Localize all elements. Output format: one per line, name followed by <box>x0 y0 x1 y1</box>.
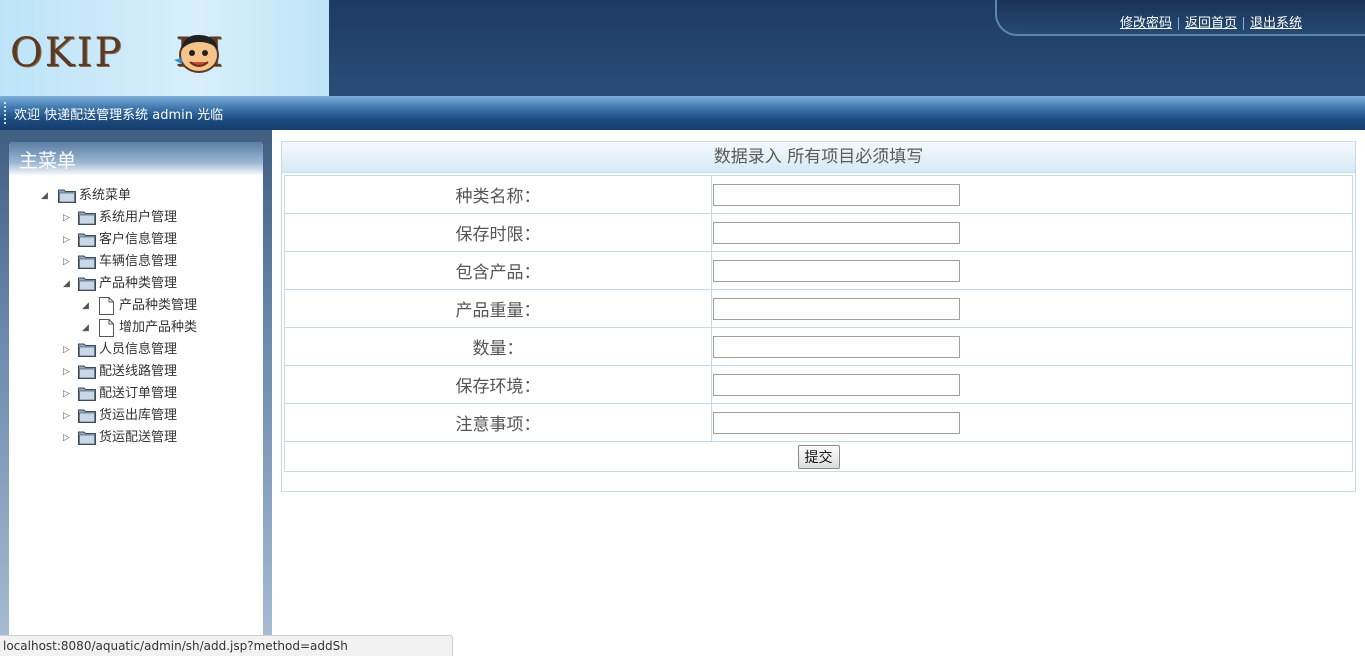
submit-button[interactable]: 提交 <box>797 444 840 469</box>
form-title: 数据录入 所有项目必须填写 <box>282 142 1355 173</box>
shelf-life-input[interactable] <box>713 221 960 244</box>
top-links: 修改密码 返回首页 退出系统 <box>995 0 1365 36</box>
link-divider <box>1243 17 1245 30</box>
form-row: 注意事项： <box>284 403 1353 442</box>
home-link[interactable]: 返回首页 <box>1185 16 1237 31</box>
submit-row: 提交 <box>284 441 1353 472</box>
sidebar-header: 主菜单 <box>9 142 263 176</box>
field-label: 包含产品： <box>284 251 712 290</box>
form-row: 产品重量： <box>284 289 1353 328</box>
header: OKIPKI 修改密码返回首页退出系统 <box>0 0 1365 96</box>
leaf-arrow-icon: ◢ <box>82 323 89 333</box>
logo-text-left: OKIP <box>10 30 124 76</box>
collapsed-arrow-icon[interactable]: ▷ <box>63 434 71 443</box>
tree-node-label: 产品种类管理 <box>99 276 178 291</box>
link-divider <box>1178 17 1180 30</box>
tree-node-label: 增加产品种类 <box>119 320 198 335</box>
form-row: 保存时限： <box>284 213 1353 252</box>
collapsed-arrow-icon[interactable]: ▷ <box>63 236 71 245</box>
folder-icon <box>78 211 96 225</box>
field-label: 注意事项： <box>284 403 712 442</box>
sidebar: 主菜单 ◢ 系统菜单 ▷ 系统用户管理 ▷ 客户信息管理 ▷ 车辆信息管理 ◢ … <box>9 142 263 656</box>
tree-node-label: 产品种类管理 <box>119 298 198 313</box>
leaf-arrow-icon: ◢ <box>82 301 89 311</box>
tree-node-label: 车辆信息管理 <box>99 254 178 269</box>
logo: OKIPKI <box>0 0 329 96</box>
logout-link[interactable]: 退出系统 <box>1250 16 1302 31</box>
field-label: 产品重量： <box>284 289 712 328</box>
storage-environment-input[interactable] <box>713 373 960 396</box>
expanded-arrow-icon[interactable]: ◢ <box>63 280 71 289</box>
logo-face-icon <box>174 34 219 73</box>
tree-node-label: 货运出库管理 <box>99 408 178 423</box>
collapsed-arrow-icon[interactable]: ▷ <box>63 390 71 399</box>
folder-icon <box>78 255 96 269</box>
product-weight-input[interactable] <box>713 297 960 320</box>
tree-node-label: 客户信息管理 <box>99 232 178 247</box>
sidebar-panel: 主菜单 ◢ 系统菜单 ▷ 系统用户管理 ▷ 客户信息管理 ▷ 车辆信息管理 ◢ … <box>0 130 272 656</box>
folder-icon <box>78 387 96 401</box>
tree-node-label: 配送线路管理 <box>99 364 178 379</box>
folder-icon <box>78 431 96 445</box>
collapsed-arrow-icon[interactable]: ▷ <box>63 412 71 421</box>
collapsed-arrow-icon[interactable]: ▷ <box>63 346 71 355</box>
tree-node-label: 人员信息管理 <box>99 342 178 357</box>
folder-icon <box>58 189 76 203</box>
field-label: 保存时限： <box>284 213 712 252</box>
form-row: 保存环境： <box>284 365 1353 404</box>
page-icon <box>99 297 114 315</box>
data-entry-form: 种类名称： 保存时限： 包含产品： 产品重量： 数量： 保存环境： 注意事项： <box>284 175 1353 472</box>
tree-node-label: 系统菜单 <box>79 188 132 203</box>
field-label: 数量： <box>284 327 712 366</box>
expanded-arrow-icon[interactable]: ◢ <box>41 192 49 201</box>
status-bar-url: localhost:8080/aquatic/admin/sh/add.jsp?… <box>0 635 453 656</box>
collapsed-arrow-icon[interactable]: ▷ <box>63 368 71 377</box>
tree-node-label: 货运配送管理 <box>99 430 178 445</box>
field-label: 种类名称： <box>284 175 712 214</box>
tree-node-label: 配送订单管理 <box>99 386 178 401</box>
folder-icon <box>78 365 96 379</box>
notes-input[interactable] <box>713 411 960 434</box>
field-label: 保存环境： <box>284 365 712 404</box>
form-row: 包含产品： <box>284 251 1353 290</box>
folder-icon <box>78 343 96 357</box>
included-products-input[interactable] <box>713 259 960 282</box>
welcome-text: 欢迎 快递配送管理系统 admin 光临 <box>14 108 224 123</box>
collapsed-arrow-icon[interactable]: ▷ <box>63 258 71 267</box>
sidebar-title: 主菜单 <box>19 150 77 172</box>
folder-icon <box>78 277 96 291</box>
collapsed-arrow-icon[interactable]: ▷ <box>63 214 71 223</box>
page-icon <box>99 319 114 337</box>
change-password-link[interactable]: 修改密码 <box>1120 16 1172 31</box>
folder-icon <box>78 409 96 423</box>
grip-dots <box>4 102 6 126</box>
folder-icon <box>78 233 96 247</box>
quantity-input[interactable] <box>713 335 960 358</box>
welcome-bar: 欢迎 快递配送管理系统 admin 光临 <box>0 96 1365 130</box>
form-panel: 数据录入 所有项目必须填写 种类名称： 保存时限： 包含产品： 产品重量： 数量… <box>281 141 1356 492</box>
form-row: 数量： <box>284 327 1353 366</box>
form-row: 种类名称： <box>284 175 1353 214</box>
tree-node-label: 系统用户管理 <box>99 210 178 225</box>
category-name-input[interactable] <box>713 183 960 206</box>
